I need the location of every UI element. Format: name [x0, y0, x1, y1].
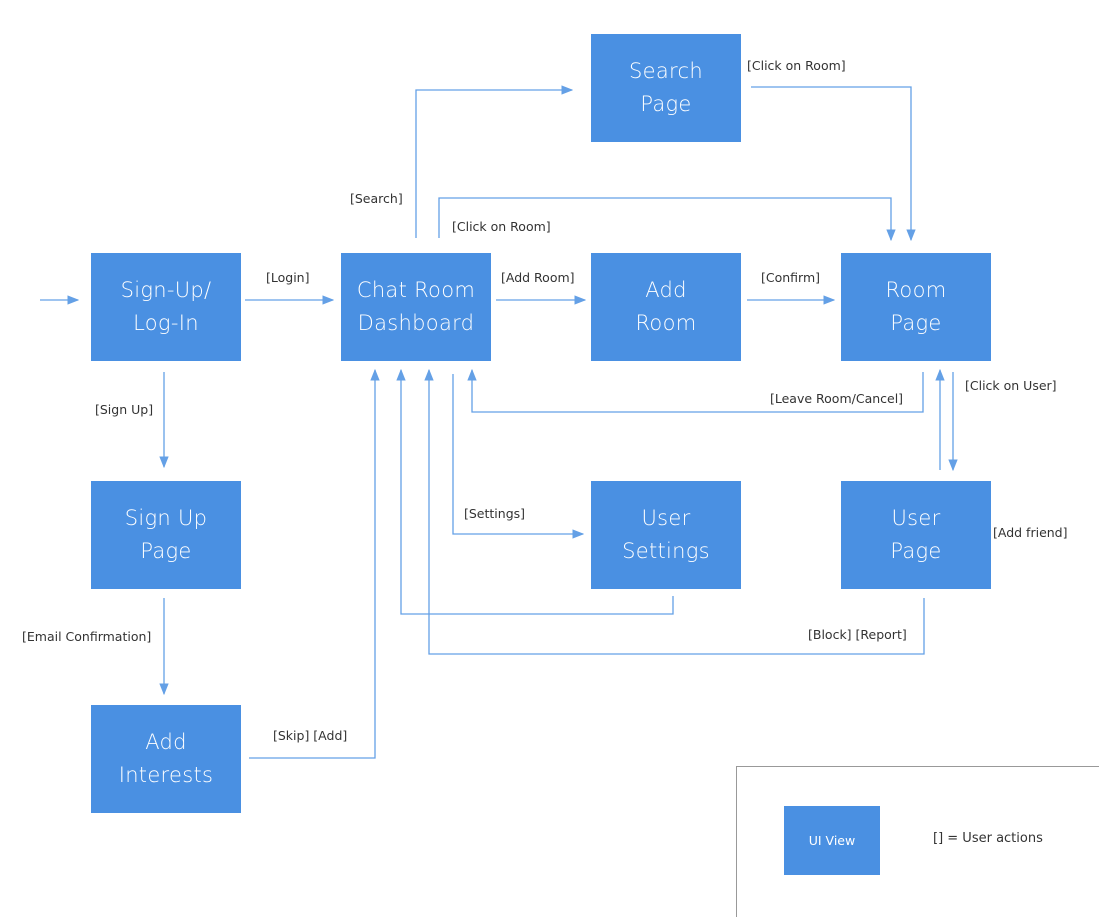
- label-click-on-user: [Click on User]: [965, 378, 1057, 393]
- label-email-confirmation: [Email Confirmation]: [22, 629, 152, 644]
- label-add-friend: [Add friend]: [993, 525, 1068, 540]
- label-dashboard-click-room: [Click on Room]: [452, 219, 551, 234]
- node-dashboard: Chat Room Dashboard: [341, 253, 491, 361]
- node-add-room: Add Room: [591, 253, 741, 361]
- label-confirm: [Confirm]: [761, 270, 821, 285]
- edge-skip-add: [249, 368, 380, 759]
- node-room-page: Room Page: [841, 253, 991, 361]
- node-user-page: User Page: [841, 481, 991, 589]
- node-search-page: Search Page: [591, 34, 741, 142]
- legend-ui-view: UI View: [784, 806, 880, 875]
- label-search-click-room: [Click on Room]: [747, 58, 846, 73]
- legend-user-actions: [] = User actions: [933, 831, 1043, 846]
- node-user-settings: User Settings: [591, 481, 741, 589]
- label-signup: [Sign Up]: [95, 402, 154, 417]
- label-settings: [Settings]: [464, 506, 526, 521]
- node-signup-login: Sign-Up/ Log-In: [91, 253, 241, 361]
- edge-search-click-room: [751, 86, 916, 242]
- label-skip-add: [Skip] [Add]: [273, 728, 348, 743]
- label-block-report: [Block] [Report]: [808, 627, 907, 642]
- label-login: [Login]: [266, 270, 310, 285]
- label-search: [Search]: [350, 191, 403, 206]
- node-signup-page: Sign Up Page: [91, 481, 241, 589]
- node-add-interests: Add Interests: [91, 705, 241, 813]
- label-add-room: [Add Room]: [501, 270, 575, 285]
- label-leave-room: [Leave Room/Cancel]: [770, 391, 904, 406]
